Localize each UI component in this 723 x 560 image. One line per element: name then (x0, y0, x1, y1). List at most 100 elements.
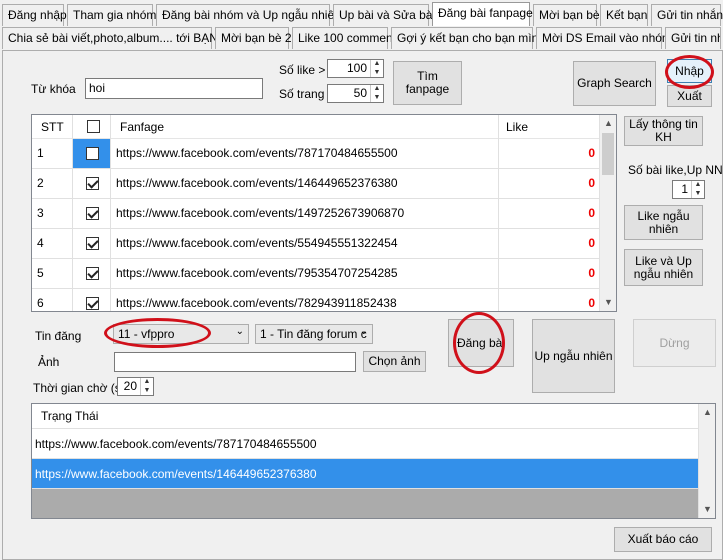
anh-input[interactable] (114, 352, 356, 372)
table-row[interactable]: 6 https://www.facebook.com/events/7829439… (32, 289, 602, 311)
cell-fanpage-url: https://www.facebook.com/events/78717048… (111, 139, 499, 169)
wait-spinner[interactable]: 20 ▲ ▼ (117, 377, 154, 396)
header-fanfage: Fanfage (120, 120, 165, 134)
status-row[interactable]: https://www.facebook.com/events/78717048… (32, 429, 700, 459)
cell-stt: 3 (32, 199, 73, 229)
down-arrow-icon[interactable]: ▼ (371, 69, 383, 78)
forum-select[interactable]: 1 - Tin đăng forum c ⌄ (255, 324, 373, 344)
cell-checkbox[interactable] (73, 229, 111, 259)
cell-fanpage-url: https://www.facebook.com/events/55494555… (111, 229, 499, 259)
up-arrow-icon[interactable]: ▲ (141, 378, 153, 387)
tab-dang-nhap[interactable]: Đăng nhập (2, 4, 67, 26)
sobai-value: 1 (681, 182, 688, 196)
tab-gui-tin-nhan[interactable]: Gửi tin nhắn (651, 4, 723, 26)
tin-dang-select[interactable]: 11 - vfppro ⌄ (113, 324, 249, 344)
tab-tham-gia-nhom[interactable]: Tham gia nhóm (67, 4, 156, 26)
status-row-selected[interactable]: https://www.facebook.com/events/14644965… (32, 459, 700, 489)
table-row[interactable]: 5 https://www.facebook.com/events/7953547… (32, 259, 602, 289)
wait-value: 20 (123, 379, 137, 393)
wait-arrows[interactable]: ▲ ▼ (140, 378, 153, 395)
tin-dang-label: Tin đăng (35, 329, 82, 343)
sotrang-label: Số trang (279, 87, 325, 101)
up-arrow-icon[interactable]: ▲ (371, 85, 383, 94)
sotrang-arrows[interactable]: ▲ ▼ (370, 85, 383, 102)
solike-spinner[interactable]: 100 ▲ ▼ (327, 59, 384, 78)
sobai-spinner[interactable]: 1 ▲ ▼ (672, 180, 705, 199)
scroll-down-icon[interactable]: ▼ (600, 294, 616, 311)
cell-stt: 4 (32, 229, 73, 259)
stop-button[interactable]: Dừng (633, 319, 716, 367)
scroll-thumb[interactable] (602, 133, 614, 175)
up-arrow-icon[interactable]: ▲ (692, 181, 704, 190)
down-arrow-icon[interactable]: ▼ (371, 94, 383, 103)
table-row[interactable]: 2 https://www.facebook.com/events/1464496… (32, 169, 602, 199)
post-button[interactable]: Đăng bài (448, 319, 514, 367)
grid-scrollbar[interactable]: ▲ ▼ (599, 115, 616, 311)
tab-moi-ban-be-2[interactable]: Mời bạn bè 2 (215, 27, 292, 49)
table-row[interactable]: 1 https://www.facebook.com/events/7871704… (32, 139, 602, 169)
tab-up-bai[interactable]: Up bài và Sửa bài (333, 4, 435, 26)
table-row[interactable]: 4 https://www.facebook.com/events/5549455… (32, 229, 602, 259)
sobai-label: Số bài like,Up NN (628, 163, 723, 177)
chevron-down-icon: ⌄ (235, 326, 244, 337)
tab-dang-bai-nhom[interactable]: Đăng bài nhóm và Up ngẫu nhiên (156, 4, 341, 26)
wait-label: Thời gian chờ (s) (33, 381, 125, 395)
row-checkbox[interactable] (86, 147, 99, 161)
sotrang-spinner[interactable]: 50 ▲ ▼ (327, 84, 384, 103)
cell-checkbox[interactable] (73, 169, 111, 199)
get-info-button[interactable]: Lấy thông tin KH (624, 116, 703, 146)
row-checkbox[interactable] (86, 297, 99, 311)
table-row[interactable]: 3 https://www.facebook.com/events/1497252… (32, 199, 602, 229)
graph-search-button[interactable]: Graph Search (573, 61, 656, 106)
up-random-button[interactable]: Up ngẫu nhiên (532, 319, 615, 393)
cell-like: 0 (499, 199, 602, 229)
solike-value: 100 (346, 61, 367, 75)
down-arrow-icon[interactable]: ▼ (141, 387, 153, 396)
export-report-button[interactable]: Xuất báo cáo (614, 527, 712, 552)
import-button[interactable]: Nhập (667, 59, 712, 83)
like-up-random-button[interactable]: Like và Up ngẫu nhiên (624, 249, 703, 286)
sobai-arrows[interactable]: ▲ ▼ (691, 181, 704, 198)
keyword-input[interactable]: hoi (85, 78, 263, 99)
row-checkbox[interactable] (86, 177, 99, 191)
scroll-up-icon[interactable]: ▲ (699, 404, 715, 421)
status-scrollbar[interactable]: ▲ ▼ (698, 404, 715, 518)
scroll-up-icon[interactable]: ▲ (600, 115, 616, 132)
tab-dang-bai-fanpage[interactable]: Đăng bài fanpage (432, 2, 533, 26)
export-button[interactable]: Xuất (667, 85, 712, 107)
tab-moi-ds-email[interactable]: Mời DS Email vào nhóm (536, 27, 672, 49)
cell-stt: 2 (32, 169, 73, 199)
cell-fanpage-url: https://www.facebook.com/events/14972526… (111, 199, 499, 229)
find-fanpage-button[interactable]: Tìm fanpage (393, 61, 462, 105)
header-like: Like (506, 120, 529, 134)
tab-like-100[interactable]: Like 100 comment (292, 27, 396, 49)
cell-checkbox[interactable] (73, 139, 111, 169)
status-header: Trạng Thái (32, 404, 700, 429)
tab-ket-ban[interactable]: Kết bạn (600, 4, 648, 26)
cell-checkbox[interactable] (73, 199, 111, 229)
fanpage-grid: STT Fanfage Like 1 https://www.facebook.c… (31, 114, 617, 312)
down-arrow-icon[interactable]: ▼ (692, 190, 704, 199)
sotrang-value: 50 (353, 86, 367, 100)
forum-value: 1 - Tin đăng forum c (260, 327, 367, 341)
status-list: Trạng Thái https://www.facebook.com/even… (31, 403, 716, 519)
header-checkbox[interactable] (87, 119, 100, 134)
scroll-down-icon[interactable]: ▼ (699, 501, 715, 518)
grid-header: STT Fanfage Like (32, 115, 602, 139)
cell-checkbox[interactable] (73, 289, 111, 311)
cell-like: 0 (499, 229, 602, 259)
tab-chia-se[interactable]: Chia sẻ bài viết,photo,album.... tới BẠN… (2, 27, 237, 49)
tab-goi-y-ket-ban[interactable]: Gợi ý kết bạn cho bạn mình (391, 27, 545, 49)
cell-checkbox[interactable] (73, 259, 111, 289)
tab-moi-ban-be[interactable]: Mời bạn bè (533, 4, 600, 26)
select-all-checkbox[interactable] (87, 120, 100, 134)
row-checkbox[interactable] (86, 237, 99, 251)
choose-image-button[interactable]: Chọn ảnh (363, 351, 426, 372)
solike-arrows[interactable]: ▲ ▼ (370, 60, 383, 77)
tab-gui-tin-nha[interactable]: Gửi tin nhắ (665, 27, 721, 49)
like-random-button[interactable]: Like ngẫu nhiên (624, 205, 703, 240)
row-checkbox[interactable] (86, 267, 99, 281)
row-checkbox[interactable] (86, 207, 99, 221)
header-stt: STT (41, 120, 64, 134)
up-arrow-icon[interactable]: ▲ (371, 60, 383, 69)
